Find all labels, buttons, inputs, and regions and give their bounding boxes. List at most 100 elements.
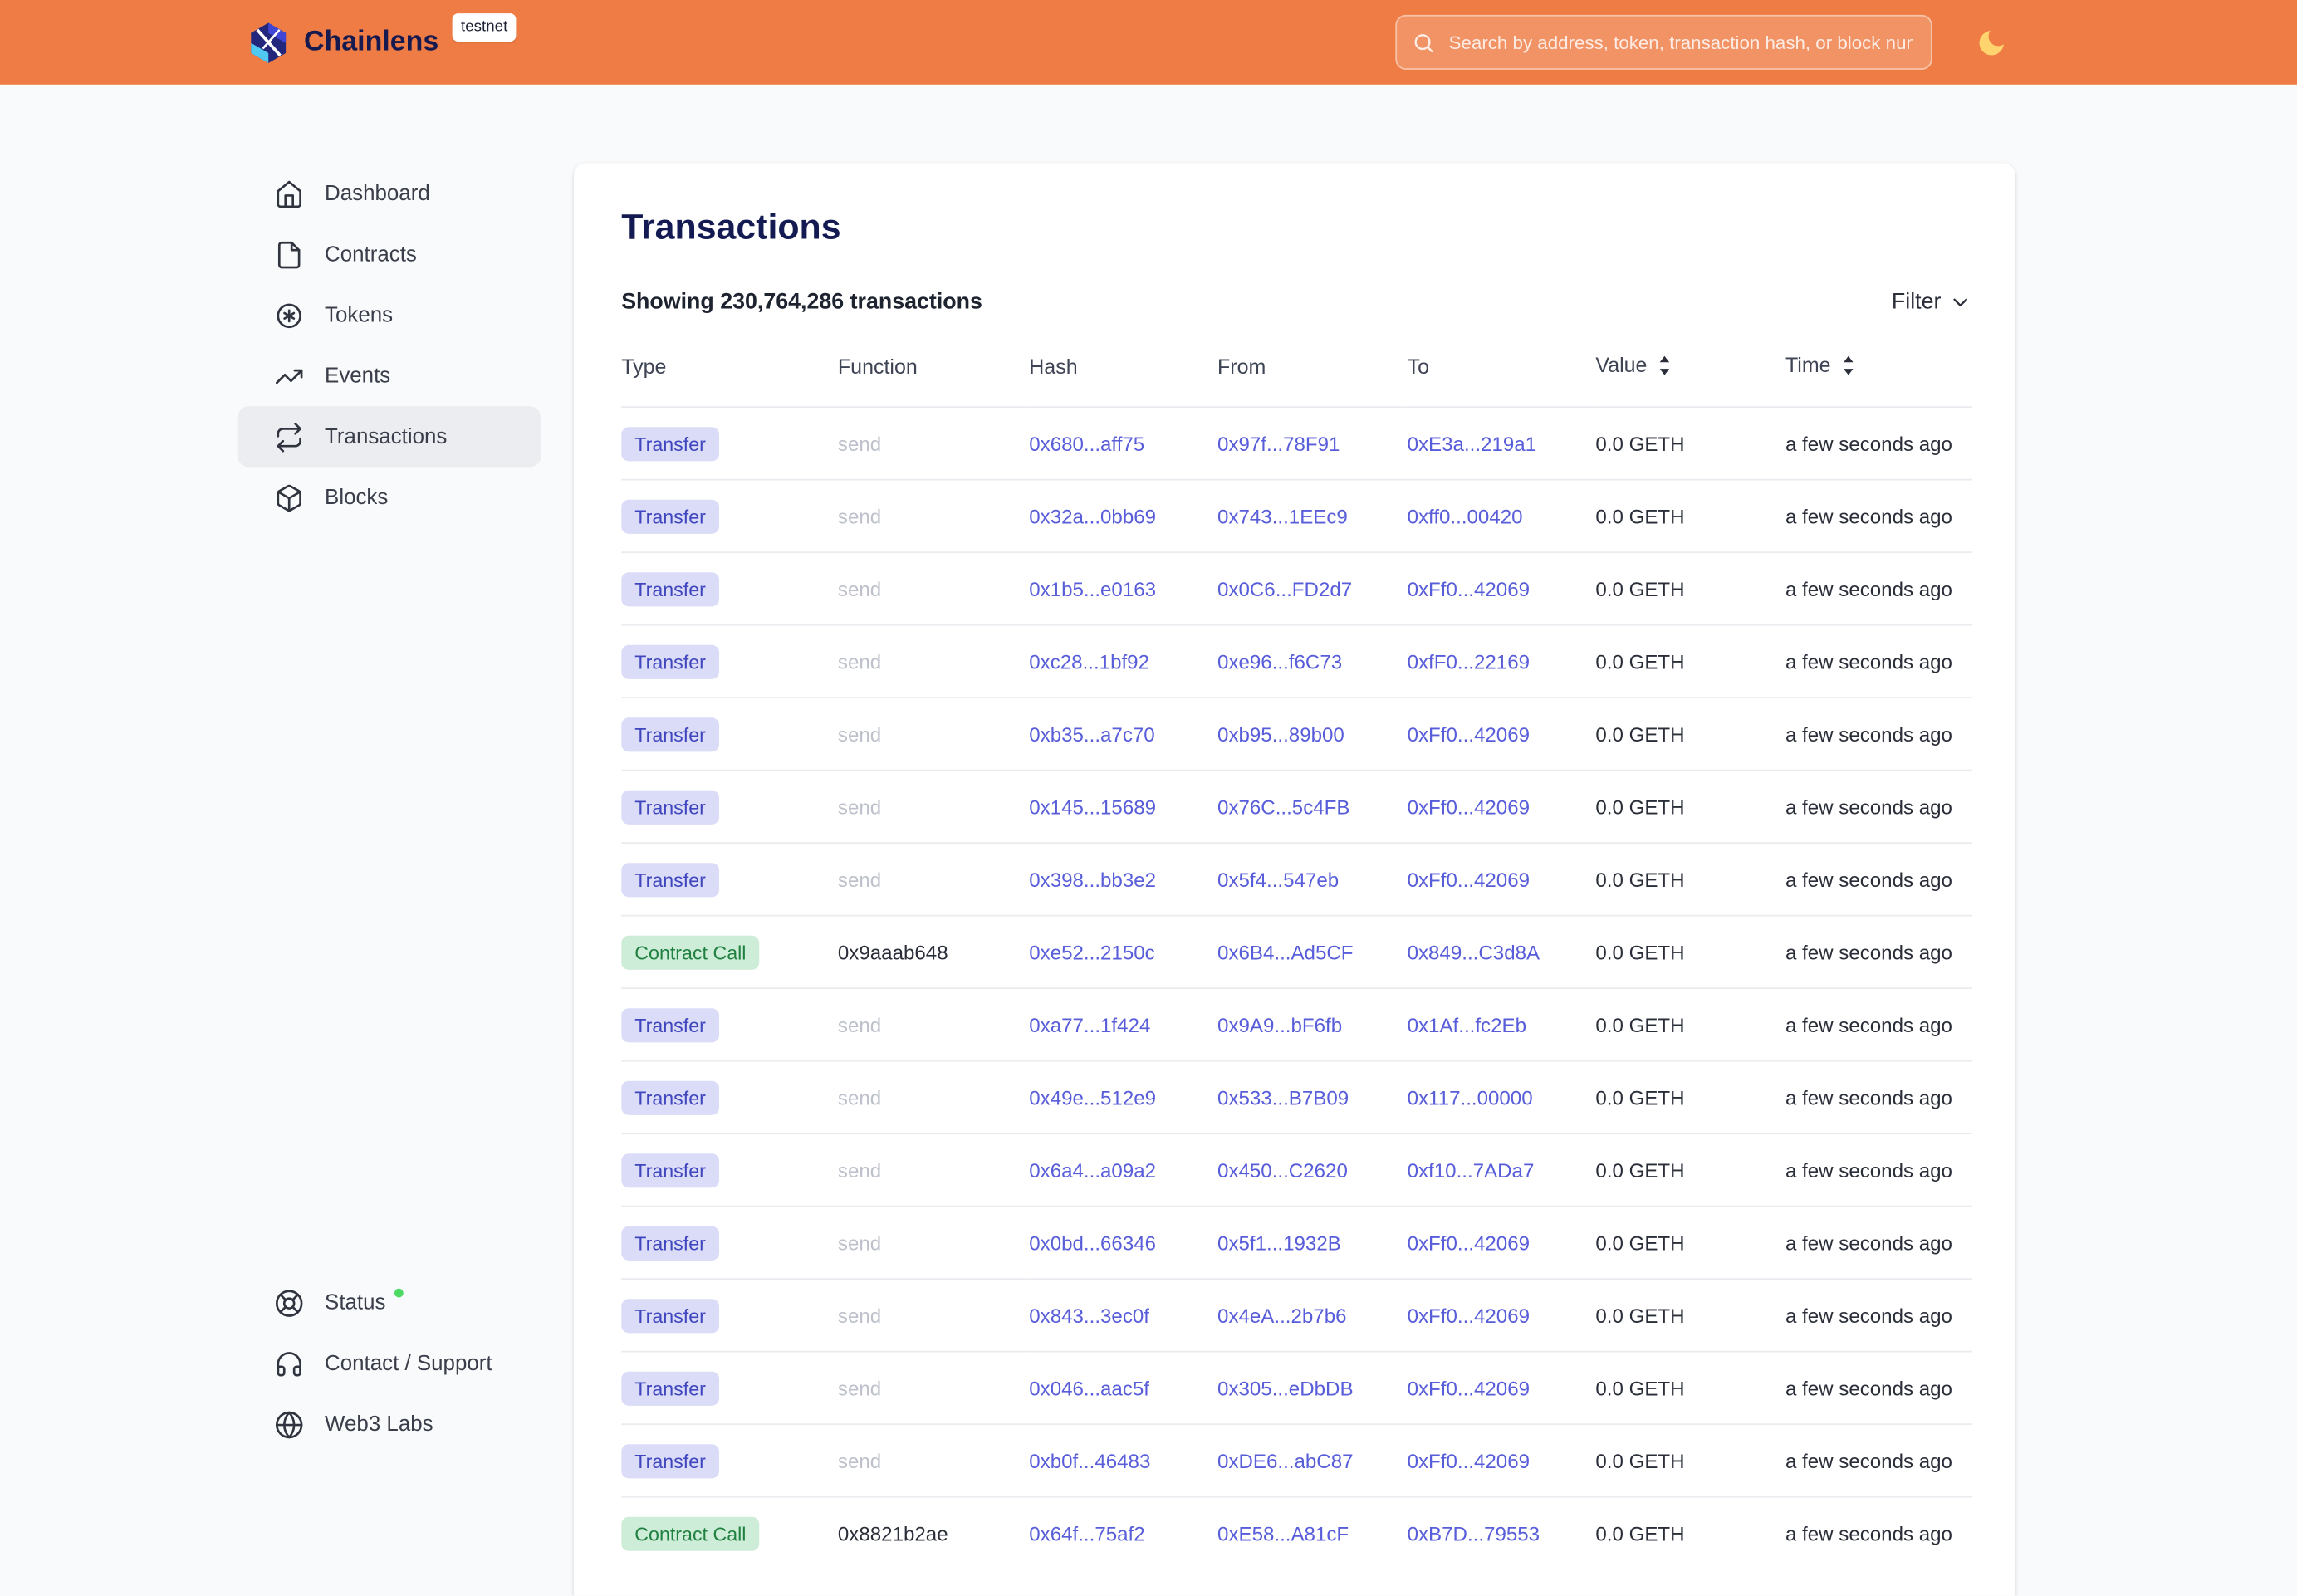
- repeat-icon: [274, 422, 304, 452]
- tx-hash-link[interactable]: 0x49e...512e9: [1029, 1086, 1156, 1109]
- tx-value: 0.0 GETH: [1595, 433, 1684, 455]
- column-header-to: To: [1408, 353, 1596, 407]
- tx-from-link[interactable]: 0x6B4...Ad5CF: [1217, 941, 1353, 963]
- tx-hash-link[interactable]: 0x32a...0bb69: [1029, 505, 1156, 527]
- table-row: Contract Call 0x8821b2ae 0x64f...75af2 0…: [621, 1497, 1972, 1569]
- tx-to-link[interactable]: 0xFf0...42069: [1408, 1304, 1530, 1326]
- tx-to-link[interactable]: 0xff0...00420: [1408, 505, 1523, 527]
- tx-to-link[interactable]: 0xFf0...42069: [1408, 723, 1530, 746]
- tx-hash-link[interactable]: 0x0bd...66346: [1029, 1231, 1156, 1254]
- tx-from-link[interactable]: 0x5f4...547eb: [1217, 869, 1339, 891]
- tx-time: a few seconds ago: [1785, 1231, 1952, 1254]
- sidebar-item-transactions[interactable]: Transactions: [238, 406, 541, 467]
- tx-value: 0.0 GETH: [1595, 941, 1684, 963]
- tx-hash-link[interactable]: 0x1b5...e0163: [1029, 578, 1156, 600]
- tx-type-badge: Contract Call: [621, 935, 759, 969]
- sidebar-item-dashboard[interactable]: Dashboard: [238, 163, 541, 223]
- table-row: Transfer send 0x32a...0bb69 0x743...1EEc…: [621, 480, 1972, 552]
- sidebar-item-contact-support[interactable]: Contact / Support: [238, 1333, 541, 1393]
- token-icon: [274, 301, 304, 330]
- tx-type-badge: Transfer: [621, 1298, 719, 1332]
- table-row: Transfer send 0x046...aac5f 0x305...eDbD…: [621, 1352, 1972, 1424]
- sidebar-item-events[interactable]: Events: [238, 345, 541, 406]
- sidebar-item-contracts[interactable]: Contracts: [238, 224, 541, 285]
- tx-hash-link[interactable]: 0x398...bb3e2: [1029, 869, 1156, 891]
- tx-to-link[interactable]: 0xFf0...42069: [1408, 1449, 1530, 1471]
- tx-time: a few seconds ago: [1785, 796, 1952, 818]
- tx-to-link[interactable]: 0xf10...7ADa7: [1408, 1159, 1535, 1182]
- tx-time: a few seconds ago: [1785, 1159, 1952, 1182]
- tx-hash-link[interactable]: 0x64f...75af2: [1029, 1522, 1144, 1545]
- tx-to-link[interactable]: 0xFf0...42069: [1408, 796, 1530, 818]
- sidebar-item-label: Events: [325, 364, 390, 388]
- tx-hash-link[interactable]: 0xa77...1f424: [1029, 1014, 1150, 1036]
- table-row: Transfer send 0x680...aff75 0x97f...78F9…: [621, 407, 1972, 479]
- column-header-time[interactable]: Time: [1785, 353, 1972, 407]
- sidebar-item-tokens[interactable]: Tokens: [238, 285, 541, 345]
- tx-from-link[interactable]: 0x743...1EEc9: [1217, 505, 1348, 527]
- tx-type-badge: Transfer: [621, 717, 719, 751]
- tx-function: send: [838, 1086, 881, 1109]
- tx-type-badge: Transfer: [621, 499, 719, 533]
- tx-time: a few seconds ago: [1785, 1014, 1952, 1036]
- cube-icon: [274, 482, 304, 512]
- tx-from-link[interactable]: 0x450...C2620: [1217, 1159, 1348, 1182]
- tx-hash-link[interactable]: 0x145...15689: [1029, 796, 1156, 818]
- tx-to-link[interactable]: 0xE3a...219a1: [1408, 433, 1536, 455]
- sidebar-item-blocks[interactable]: Blocks: [238, 467, 541, 527]
- tx-hash-link[interactable]: 0xb0f...46483: [1029, 1449, 1150, 1471]
- sidebar-item-web3-labs[interactable]: Web3 Labs: [238, 1394, 541, 1455]
- tx-function: send: [838, 433, 881, 455]
- tx-hash-link[interactable]: 0x680...aff75: [1029, 433, 1144, 455]
- tx-from-link[interactable]: 0x5f1...1932B: [1217, 1231, 1341, 1254]
- tx-from-link[interactable]: 0x0C6...FD2d7: [1217, 578, 1352, 600]
- tx-from-link[interactable]: 0xe96...f6C73: [1217, 650, 1342, 673]
- tx-from-link[interactable]: 0x4eA...2b7b6: [1217, 1304, 1346, 1326]
- tx-to-link[interactable]: 0xFf0...42069: [1408, 869, 1530, 891]
- tx-time: a few seconds ago: [1785, 941, 1952, 963]
- sidebar-item-label: Transactions: [325, 425, 447, 449]
- sort-icon: [1656, 356, 1673, 380]
- tx-hash-link[interactable]: 0xc28...1bf92: [1029, 650, 1149, 673]
- tx-to-link[interactable]: 0xFf0...42069: [1408, 1377, 1530, 1399]
- column-header-function: Function: [838, 353, 1029, 407]
- tx-from-link[interactable]: 0xE58...A81cF: [1217, 1522, 1349, 1545]
- filter-button[interactable]: Filter: [1892, 289, 1972, 314]
- tx-from-link[interactable]: 0x9A9...bF6fb: [1217, 1014, 1342, 1036]
- column-header-type: Type: [621, 353, 838, 407]
- tx-hash-link[interactable]: 0x046...aac5f: [1029, 1377, 1149, 1399]
- tx-to-link[interactable]: 0x117...00000: [1408, 1086, 1533, 1109]
- tx-hash-link[interactable]: 0xb35...a7c70: [1029, 723, 1154, 746]
- tx-to-link[interactable]: 0xFf0...42069: [1408, 1231, 1530, 1254]
- tx-to-link[interactable]: 0xB7D...79553: [1408, 1522, 1540, 1545]
- brand-home-link[interactable]: Chainlens testnet: [246, 0, 517, 85]
- sidebar-item-label: Contracts: [325, 242, 417, 267]
- tx-value: 0.0 GETH: [1595, 505, 1684, 527]
- tx-to-link[interactable]: 0x1Af...fc2Eb: [1408, 1014, 1526, 1036]
- tx-from-link[interactable]: 0xDE6...abC87: [1217, 1449, 1354, 1471]
- tx-value: 0.0 GETH: [1595, 1522, 1684, 1545]
- filter-label: Filter: [1892, 289, 1942, 314]
- tx-to-link[interactable]: 0xfF0...22169: [1408, 650, 1530, 673]
- column-header-value[interactable]: Value: [1595, 353, 1785, 407]
- tx-from-link[interactable]: 0x76C...5c4FB: [1217, 796, 1349, 818]
- tx-hash-link[interactable]: 0x6a4...a09a2: [1029, 1159, 1156, 1182]
- tx-from-link[interactable]: 0x305...eDbDB: [1217, 1377, 1354, 1399]
- tx-time: a few seconds ago: [1785, 1377, 1952, 1399]
- tx-hash-link[interactable]: 0x843...3ec0f: [1029, 1304, 1149, 1326]
- tx-time: a few seconds ago: [1785, 578, 1952, 600]
- tx-type-badge: Contract Call: [621, 1516, 759, 1550]
- status-online-dot: [394, 1288, 404, 1297]
- tx-value: 0.0 GETH: [1595, 1304, 1684, 1326]
- search-input[interactable]: [1446, 31, 1916, 55]
- tx-from-link[interactable]: 0x533...B7B09: [1217, 1086, 1349, 1109]
- search-icon: [1412, 31, 1436, 55]
- sidebar-item-label: Status: [325, 1290, 385, 1314]
- tx-from-link[interactable]: 0xb95...89b00: [1217, 723, 1344, 746]
- tx-hash-link[interactable]: 0xe52...2150c: [1029, 941, 1154, 963]
- tx-to-link[interactable]: 0xFf0...42069: [1408, 578, 1530, 600]
- dark-mode-toggle[interactable]: [1972, 24, 2010, 62]
- tx-to-link[interactable]: 0x849...C3d8A: [1408, 941, 1540, 963]
- sidebar-item-status[interactable]: Status: [238, 1272, 541, 1333]
- tx-from-link[interactable]: 0x97f...78F91: [1217, 433, 1340, 455]
